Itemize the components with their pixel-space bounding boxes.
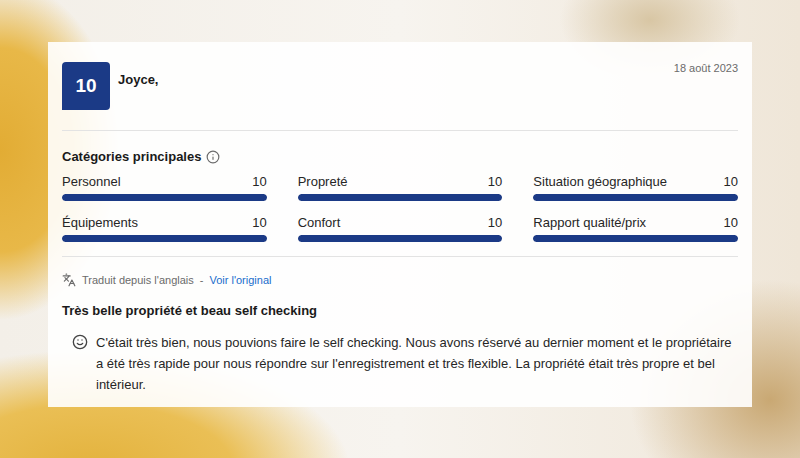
category-bar-fill [62, 194, 267, 201]
category-bar-fill [533, 194, 738, 201]
review-text: C'était très bien, nous pouvions faire l… [96, 332, 738, 395]
category-label: Propreté [298, 174, 348, 190]
background-photo: 10 Joyce, 18 août 2023 Catégories principal… [0, 0, 800, 458]
category-score: 10 [488, 174, 502, 190]
category-bar-fill [298, 194, 503, 201]
smile-icon [72, 334, 88, 350]
categories-title-text: Catégories principales [62, 149, 201, 164]
category-score: 10 [724, 174, 738, 190]
category-bar-fill [62, 235, 267, 242]
category-head: Rapport qualité/prix 10 [533, 215, 738, 231]
category-item: Situation géographique 10 [533, 174, 738, 201]
category-item: Équipements 10 [62, 215, 267, 242]
category-bar [533, 194, 738, 201]
category-score: 10 [252, 174, 266, 190]
category-label: Équipements [62, 215, 138, 231]
category-head: Équipements 10 [62, 215, 267, 231]
original-link[interactable]: Voir l'original [209, 274, 271, 286]
category-bar [298, 194, 503, 201]
category-head: Propreté 10 [298, 174, 503, 190]
review-date: 18 août 2023 [674, 62, 738, 74]
category-bar [62, 235, 267, 242]
review-card: 10 Joyce, 18 août 2023 Catégories principal… [48, 42, 752, 407]
translation-note: Traduit depuis l'anglais [82, 274, 194, 286]
categories-grid: Personnel10Propreté10Situation géographi… [62, 174, 738, 242]
author-name: Joyce, [118, 62, 666, 87]
category-item: Personnel 10 [62, 174, 267, 201]
category-item: Rapport qualité/prix 10 [533, 215, 738, 242]
category-label: Situation géographique [533, 174, 667, 190]
category-item: Confort 10 [298, 215, 503, 242]
review-body: C'était très bien, nous pouvions faire l… [62, 318, 738, 395]
translation-separator: - [200, 274, 204, 286]
category-score: 10 [252, 215, 266, 231]
category-label: Confort [298, 215, 341, 231]
info-icon[interactable] [206, 150, 220, 164]
score-badge: 10 [62, 62, 110, 110]
category-bar-fill [533, 235, 738, 242]
translation-row: Traduit depuis l'anglais-Voir l'original [62, 257, 738, 287]
category-head: Situation géographique 10 [533, 174, 738, 190]
category-bar [62, 194, 267, 201]
category-score: 10 [488, 215, 502, 231]
category-score: 10 [724, 215, 738, 231]
categories-section: Catégories principalesPersonnel10Propret… [62, 131, 738, 257]
category-head: Confort 10 [298, 215, 503, 231]
category-label: Personnel [62, 174, 121, 190]
category-item: Propreté 10 [298, 174, 503, 201]
categories-title: Catégories principales [62, 149, 738, 164]
category-bar-fill [298, 235, 503, 242]
review-title: Très belle propriété et beau self checki… [62, 287, 738, 318]
translate-icon [62, 273, 76, 287]
review-header: 10 Joyce, 18 août 2023 [62, 62, 738, 131]
category-label: Rapport qualité/prix [533, 215, 646, 231]
category-head: Personnel 10 [62, 174, 267, 190]
category-bar [533, 235, 738, 242]
category-bar [298, 235, 503, 242]
